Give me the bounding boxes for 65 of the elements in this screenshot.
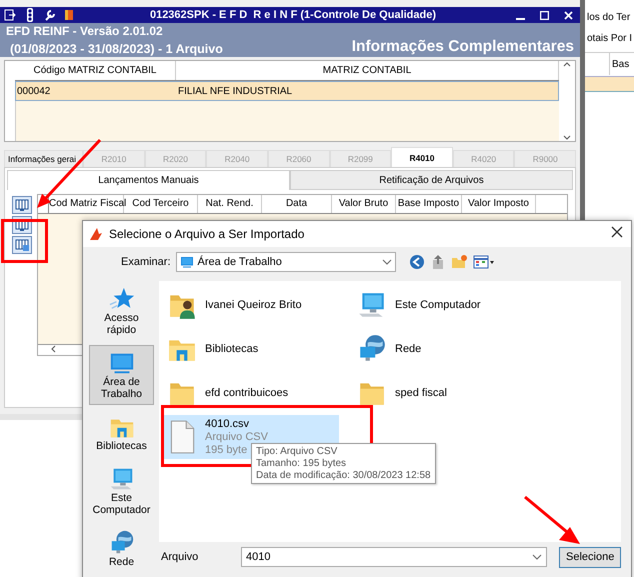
dropdown-caret-icon (532, 554, 542, 560)
file-item[interactable]: sped fiscal (353, 371, 529, 415)
table-cell-text: FILIAL NFE INDUSTRIAL (177, 86, 294, 96)
maximize-icon (540, 10, 548, 20)
column-header: Valor Imposto (462, 195, 536, 213)
place-item[interactable]: Acesso rápido (89, 281, 154, 341)
file-item[interactable]: efd contribuicoes (163, 371, 339, 415)
view-menu-icon[interactable] (472, 254, 495, 270)
grid-tool-icon[interactable] (12, 236, 32, 254)
wrench-icon (44, 9, 56, 21)
tab[interactable]: Informações gerai (4, 150, 84, 167)
column-header: Valor Bruto (332, 195, 396, 213)
selected-row (585, 76, 634, 92)
column-header: Código MATRIZ CONTABIL (15, 61, 176, 80)
book-icon (64, 9, 74, 21)
section-title: Informações Complementares (352, 38, 574, 56)
place-item[interactable]: Rede (89, 525, 154, 573)
file-item[interactable]: Bibliotecas (163, 327, 339, 371)
file-item[interactable]: Ivanei Queiroz Brito (163, 283, 339, 327)
column-label: los do Ter (586, 11, 632, 25)
app-logo-icon (89, 227, 103, 241)
select-button[interactable]: Selecione (559, 546, 621, 568)
place-item[interactable]: Bibliotecas (89, 409, 154, 457)
subtab[interactable]: Retificação de Arquivos (290, 170, 573, 190)
table-cell-text: 000042 (16, 86, 52, 96)
export-icon (4, 9, 16, 21)
file-item[interactable]: Rede (353, 327, 529, 371)
place-item[interactable]: Este Computador (89, 461, 154, 521)
file-tooltip: Tipo: Arquivo CSV Tamanho: 195 bytes Data de modificação: 30/08/2023 12:58 (251, 443, 436, 484)
column-header: Base Imposto (396, 195, 462, 213)
grid-tool-icon[interactable] (12, 196, 32, 214)
tab[interactable]: R4010 (391, 147, 453, 167)
column-header: MATRIZ CONTABIL (176, 61, 559, 80)
dropdown-caret-icon (382, 259, 392, 265)
close-icon (564, 10, 572, 20)
dialog-title: Selecione o Arquivo a Ser Importado (109, 227, 306, 241)
column-label: otais Por I (586, 32, 634, 46)
star-icon (108, 286, 134, 312)
new-folder-icon[interactable] (450, 254, 467, 270)
window-title: 012362SPK - E F D R e I N F (1-Controle De Qualidade) (148, 9, 438, 21)
column-header: Data (262, 195, 332, 213)
minimize-icon (516, 18, 524, 20)
desktop-icon (180, 255, 194, 269)
back-icon[interactable] (408, 254, 425, 270)
column-header: Bas (611, 58, 630, 72)
period-text: (01/08/2023 - 31/08/2023) - 1 Arquivo (9, 42, 223, 56)
up-folder-icon[interactable] (430, 254, 445, 270)
highlight-frame (1, 219, 48, 263)
column-header: Nat. Rend. (198, 195, 262, 213)
version-text: EFD REINF - Versão 2.01.02 (6, 24, 164, 38)
table-row[interactable]: 000042 FILIAL NFE INDUSTRIAL (15, 81, 559, 101)
computer-icon (108, 466, 134, 492)
file-item[interactable]: Este Computador (353, 283, 529, 327)
column-header: Cod Terceiro (124, 195, 198, 213)
scroll-up-icon[interactable] (563, 61, 571, 67)
look-in-label: Examinar: (121, 256, 171, 268)
file-name-label: Arquivo (160, 551, 200, 563)
file-name-field[interactable]: 4010 (241, 547, 547, 567)
look-in-dropdown[interactable]: Área de Trabalho (176, 252, 396, 272)
place-item[interactable]: Área de Trabalho (89, 345, 154, 405)
subtab[interactable]: Lançamentos Manuais (7, 170, 290, 190)
scroll-down-icon[interactable] (563, 135, 571, 141)
computer-icon (357, 290, 387, 320)
scroll-left-icon[interactable] (50, 345, 56, 353)
network-icon (357, 334, 387, 364)
